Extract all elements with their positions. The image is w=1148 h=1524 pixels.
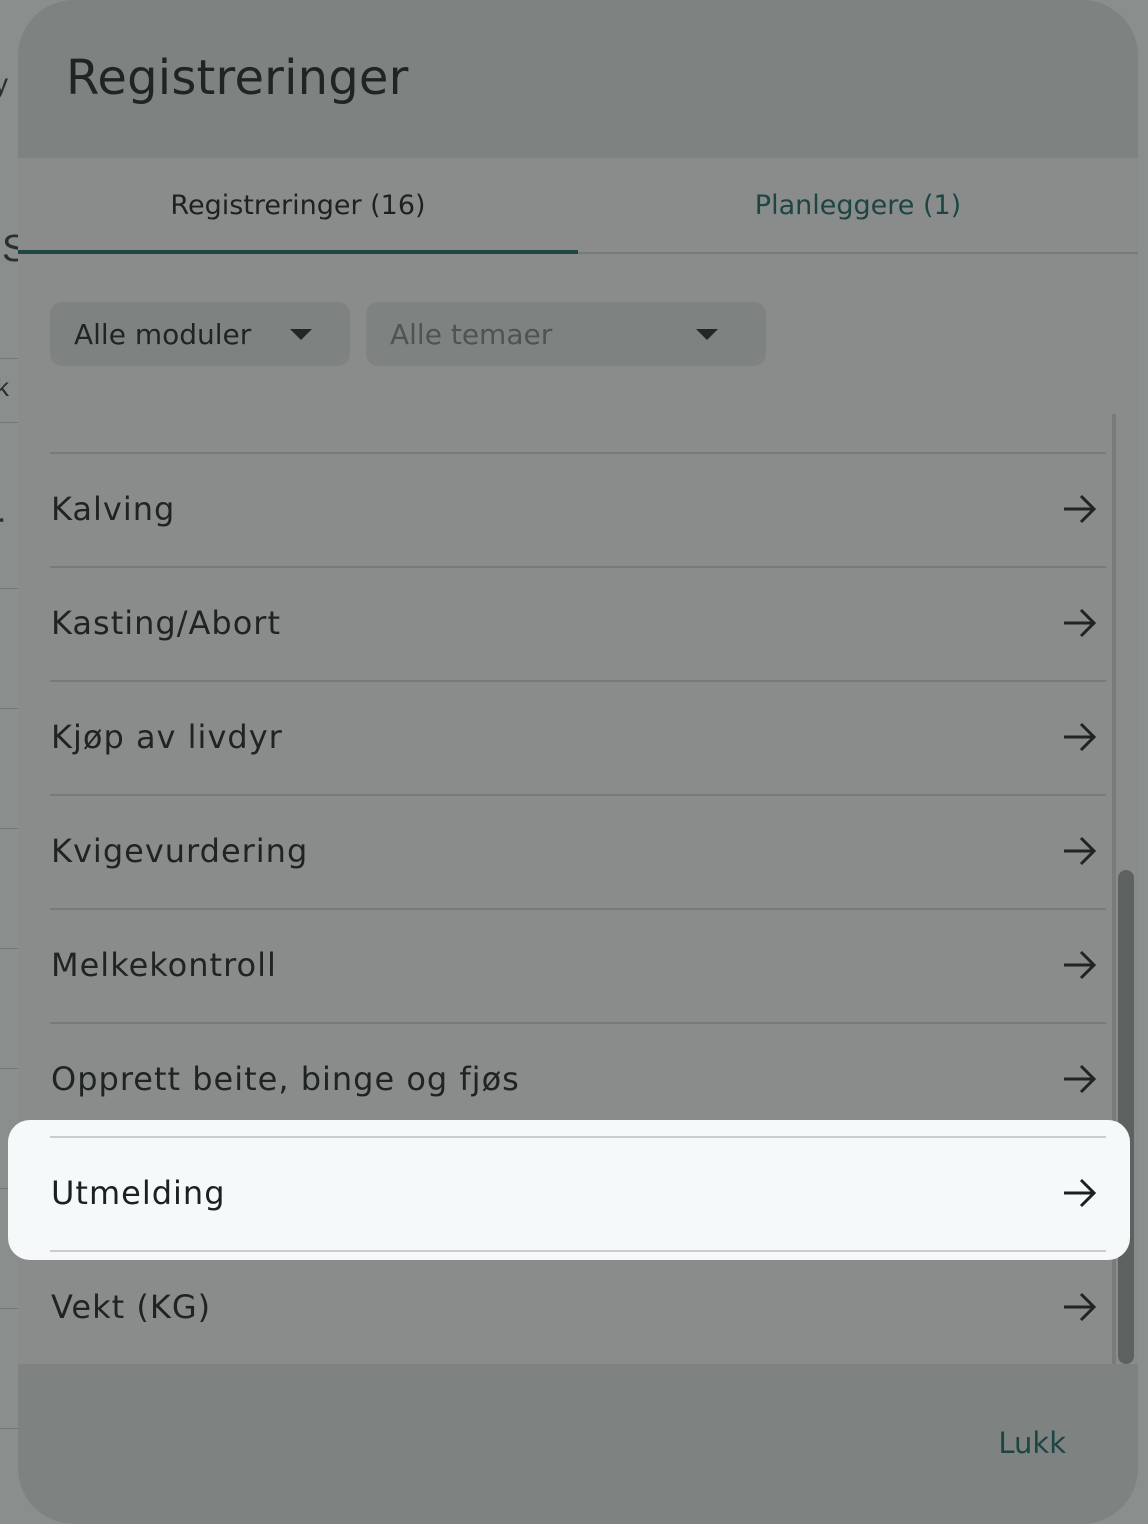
tab-planners[interactable]: Planleggere (1): [578, 158, 1138, 252]
background-divider: [0, 1428, 18, 1429]
background-divider: [0, 948, 18, 949]
themes-select[interactable]: Alle temaer: [366, 302, 766, 366]
dialog-header: Registreringer: [18, 0, 1138, 158]
list-item-melkekontroll[interactable]: Melkekontroll: [50, 908, 1106, 1022]
registrations-dialog: Registreringer Registreringer (16) Planl…: [18, 0, 1138, 1524]
modules-select-value: Alle moduler: [74, 317, 252, 351]
list-item-label: Utmelding: [51, 1174, 226, 1212]
list-item-label: Vekt (KG): [51, 1288, 212, 1326]
background-divider: [0, 358, 18, 359]
background-divider: [0, 1308, 18, 1309]
tab-registrations[interactable]: Registreringer (16): [18, 158, 578, 252]
row-divider: [50, 908, 1106, 910]
list-item-kjop-av-livdyr[interactable]: Kjøp av livdyr: [50, 680, 1106, 794]
arrow-right-icon: [1064, 836, 1097, 866]
background-fragment: y: [0, 68, 8, 99]
list-item-kasting-abort[interactable]: Kasting/Abort: [50, 566, 1106, 680]
background-fragment: r: [0, 508, 4, 542]
list-item-label: Opprett beite, binge og fjøs: [51, 1060, 520, 1098]
row-divider: [50, 1250, 1106, 1252]
themes-select-placeholder: Alle temaer: [390, 317, 553, 351]
dialog-footer: Lukk: [18, 1364, 1138, 1524]
dialog-title: Registreringer: [66, 50, 409, 106]
row-divider: [50, 1136, 1106, 1138]
list-item-label: Kjøp av livdyr: [51, 718, 283, 756]
arrow-right-icon: [1064, 494, 1097, 524]
row-divider: [50, 452, 1106, 454]
list-item-utmelding[interactable]: Utmelding: [8, 1120, 1130, 1260]
arrow-right-icon: [1064, 950, 1097, 980]
arrow-right-icon: [1064, 608, 1097, 638]
scrollbar-thumb[interactable]: [1118, 870, 1134, 1364]
tab-bar: Registreringer (16) Planleggere (1): [18, 158, 1138, 254]
background-divider: [0, 708, 18, 709]
caret-down-icon: [290, 329, 312, 340]
background-divider: [0, 828, 18, 829]
row-divider: [50, 794, 1106, 796]
arrow-right-icon: [1064, 1064, 1097, 1094]
caret-down-icon: [696, 329, 718, 340]
arrow-right-icon: [1064, 722, 1097, 752]
row-divider: [50, 680, 1106, 682]
arrow-right-icon: [1064, 1292, 1097, 1322]
background-divider: [0, 1068, 18, 1069]
background-divider: [0, 588, 18, 589]
row-divider: [50, 1022, 1106, 1024]
list-item-label: Kasting/Abort: [51, 604, 281, 642]
filter-bar: Alle moduler Alle temaer: [18, 254, 1138, 414]
background-fragment: k: [0, 372, 9, 402]
background-divider: [0, 422, 18, 423]
list-item-kvigevurdering[interactable]: Kvigevurdering: [50, 794, 1106, 908]
list-item-vekt[interactable]: Vekt (KG): [50, 1250, 1106, 1364]
arrow-right-icon: [1064, 1178, 1097, 1208]
row-divider: [50, 566, 1106, 568]
list-item-label: Melkekontroll: [51, 946, 277, 984]
list-item-opprett-beite[interactable]: Opprett beite, binge og fjøs: [50, 1022, 1106, 1136]
modules-select[interactable]: Alle moduler: [50, 302, 350, 366]
list-item-label: Kalving: [51, 490, 176, 528]
list-item-label: Kvigevurdering: [51, 832, 309, 870]
list-item-kalving[interactable]: Kalving: [50, 452, 1106, 566]
close-button[interactable]: Lukk: [998, 1426, 1066, 1460]
